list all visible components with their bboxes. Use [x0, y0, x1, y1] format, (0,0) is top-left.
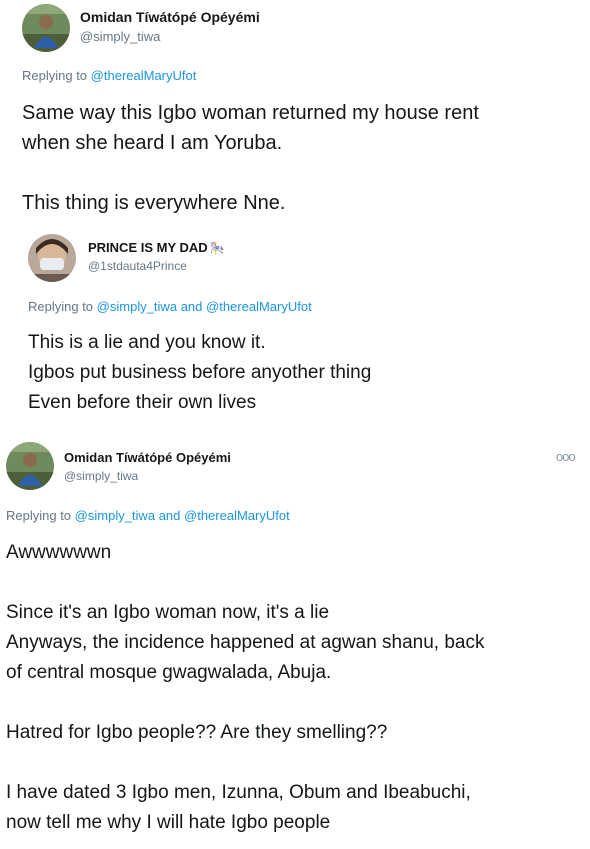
- mention-joiner: and: [180, 299, 203, 314]
- avatar[interactable]: [28, 234, 76, 282]
- mention-link[interactable]: @therealMaryUfot: [184, 508, 290, 523]
- quoted-tweet-text: This is a lie and you know it. Igbos put…: [28, 332, 372, 413]
- more-options-icon[interactable]: ooo: [556, 449, 576, 464]
- user-handle[interactable]: @simply_tiwa: [64, 469, 138, 483]
- mention-link[interactable]: @simply_tiwa: [97, 299, 177, 314]
- replying-to: Replying to @simply_tiwa and @therealMar…: [6, 508, 290, 523]
- display-name[interactable]: Omidan Tíwátópé Opéyémi: [80, 9, 260, 25]
- carousel-horse-icon: 🎠: [209, 241, 225, 255]
- user-handle[interactable]: @simply_tiwa: [80, 29, 160, 44]
- avatar[interactable]: [22, 4, 70, 52]
- profile-photo-icon: [22, 4, 70, 52]
- mention-link[interactable]: @therealMaryUfot: [91, 68, 197, 83]
- replying-to: Replying to @therealMaryUfot: [22, 68, 196, 83]
- replying-prefix: Replying to: [6, 508, 72, 523]
- profile-photo-icon: [28, 234, 76, 282]
- mention-link[interactable]: @simply_tiwa: [75, 508, 155, 523]
- replying-prefix: Replying to: [22, 68, 88, 83]
- tweet-text: Awwwwwwn Since it's an Igbo woman now, i…: [6, 542, 485, 833]
- tweet-text: Same way this Igbo woman returned my hou…: [22, 102, 479, 214]
- display-name-text: PRINCE IS MY DAD: [88, 240, 208, 255]
- user-handle[interactable]: @1stdauta4Prince: [88, 259, 187, 273]
- replying-to: Replying to @simply_tiwa and @therealMar…: [28, 299, 312, 314]
- display-name[interactable]: Omidan Tíwátópé Opéyémi: [64, 450, 231, 465]
- profile-photo-icon: [6, 442, 54, 490]
- display-name[interactable]: PRINCE IS MY DAD 🎠: [88, 240, 225, 255]
- mention-link[interactable]: @therealMaryUfot: [206, 299, 312, 314]
- avatar[interactable]: [6, 442, 54, 490]
- mention-joiner: and: [158, 508, 181, 523]
- replying-prefix: Replying to: [28, 299, 94, 314]
